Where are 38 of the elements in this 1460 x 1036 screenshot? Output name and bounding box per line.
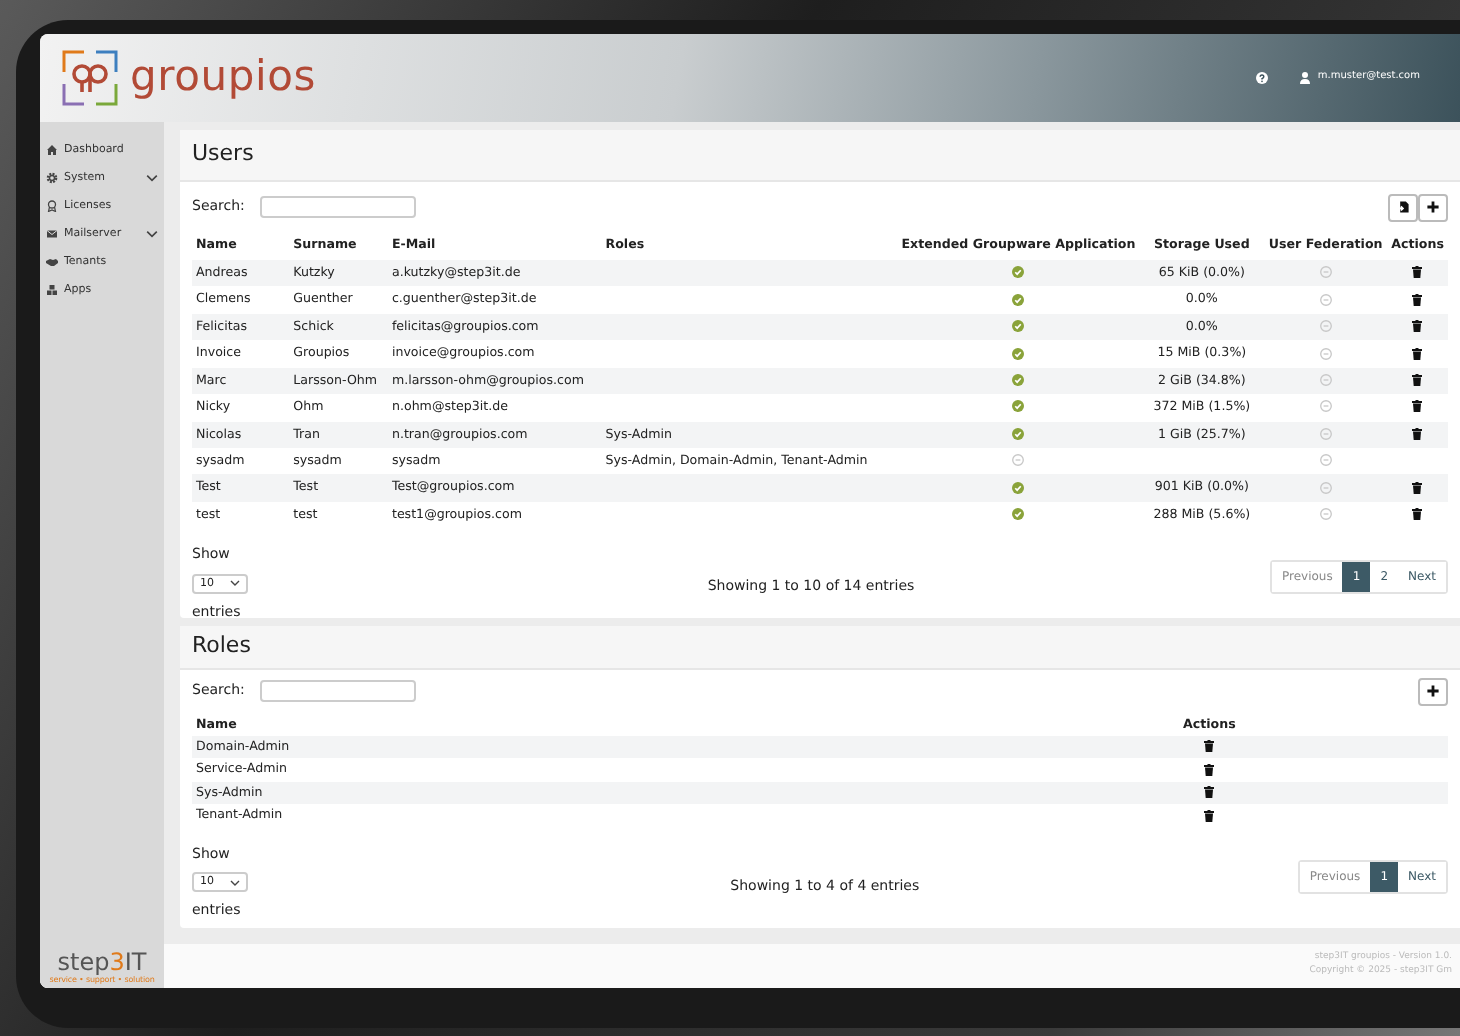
trash-icon[interactable] xyxy=(1412,508,1423,521)
trash-icon[interactable] xyxy=(1412,427,1423,440)
cubes-icon xyxy=(46,284,58,296)
search-field[interactable] xyxy=(260,680,417,702)
import-button[interactable] xyxy=(1388,193,1418,221)
chevron-down-icon xyxy=(146,230,158,238)
trash-icon[interactable] xyxy=(1412,347,1423,360)
logo-text: groupios xyxy=(130,50,317,105)
trash-icon[interactable] xyxy=(1412,320,1423,333)
home-icon xyxy=(46,144,58,156)
chevron-down-icon xyxy=(230,580,240,587)
trash-icon[interactable] xyxy=(1412,266,1423,279)
chevron-down-icon xyxy=(230,879,240,886)
chevron-down-icon xyxy=(146,174,158,182)
gear-icon xyxy=(46,172,58,184)
plus-icon xyxy=(1426,684,1440,698)
trash-icon[interactable] xyxy=(1412,400,1423,413)
trash-icon[interactable] xyxy=(1412,373,1423,386)
trash-icon[interactable] xyxy=(1204,740,1215,753)
user-icon[interactable] xyxy=(1299,72,1310,84)
trash-icon[interactable] xyxy=(1204,786,1215,799)
company-logo: step3IT xyxy=(57,950,147,974)
badge-icon xyxy=(46,200,58,212)
help-icon[interactable] xyxy=(1255,72,1268,84)
trash-icon[interactable] xyxy=(1412,481,1423,494)
trash-icon[interactable] xyxy=(1204,763,1215,776)
trash-icon[interactable] xyxy=(1204,809,1215,822)
search-field[interactable] xyxy=(260,196,417,218)
import-icon xyxy=(1396,200,1410,214)
plus-icon xyxy=(1426,200,1440,214)
panel-title: Roles xyxy=(180,626,1460,669)
trash-icon[interactable] xyxy=(1412,293,1423,306)
envelope-icon xyxy=(46,228,58,240)
handshake-icon xyxy=(46,256,58,268)
panel-title: Users xyxy=(180,130,1460,181)
logo-icon xyxy=(60,48,120,108)
add-button[interactable] xyxy=(1418,677,1448,705)
add-button[interactable] xyxy=(1418,193,1448,221)
